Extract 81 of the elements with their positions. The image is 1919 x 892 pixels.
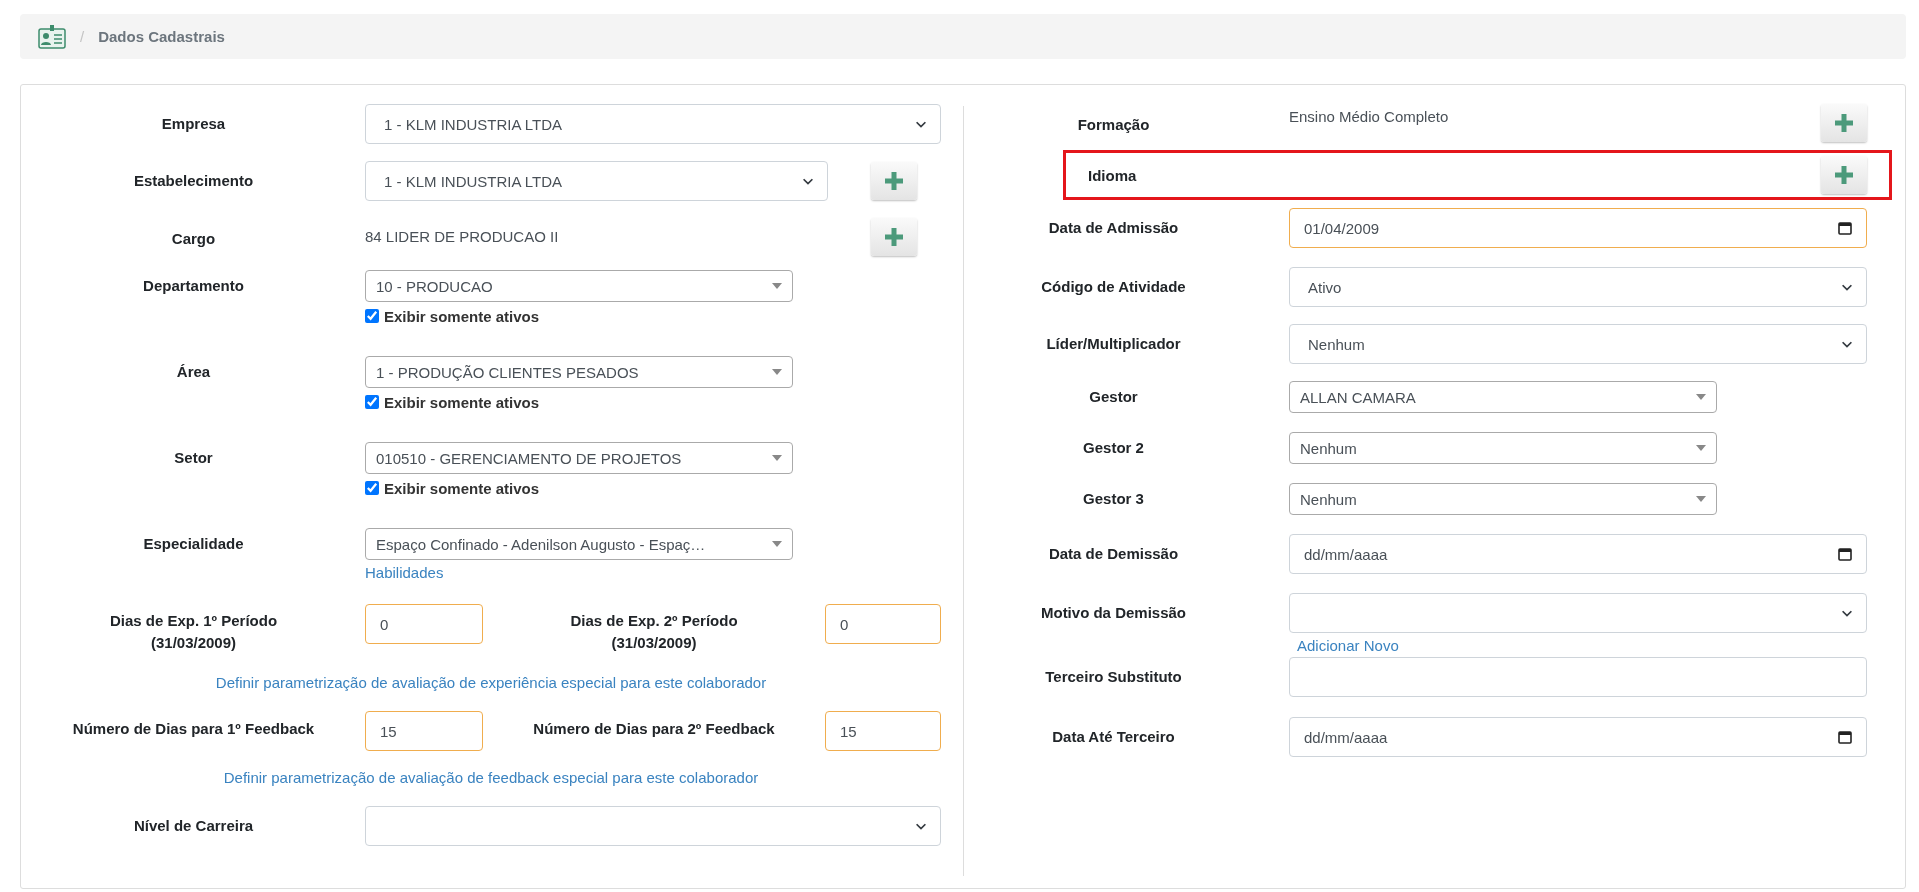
- field-label: Setor: [173, 448, 214, 468]
- plus-icon: [885, 172, 903, 190]
- field-label: Dias de Exp. 1º Período (31/03/2009): [108, 611, 279, 653]
- plus-icon: [885, 228, 903, 246]
- field-label: Empresa: [160, 114, 227, 134]
- add-button[interactable]: [1821, 104, 1867, 142]
- caret-down-icon: [772, 369, 782, 375]
- field-label: Cargo: [170, 229, 217, 249]
- caret-down-icon: [1696, 496, 1706, 502]
- active-only-checkbox[interactable]: Exibir somente ativos: [365, 478, 941, 498]
- checkbox[interactable]: [365, 395, 379, 409]
- checkbox[interactable]: [365, 309, 379, 323]
- select-field[interactable]: 1 - KLM INDUSTRIA LTDA: [365, 161, 828, 201]
- combo-field[interactable]: Nenhum: [1289, 432, 1717, 464]
- add-button[interactable]: [871, 218, 917, 256]
- field-label: Número de Dias para 2º Feedback: [532, 719, 776, 739]
- field-label: Nível de Carreira: [132, 816, 255, 836]
- active-only-checkbox[interactable]: Exibir somente ativos: [365, 392, 941, 412]
- checkbox-label: Exibir somente ativos: [384, 479, 540, 497]
- checkbox[interactable]: [365, 481, 379, 495]
- field-label: Estabelecimento: [132, 171, 255, 191]
- field-label: Data de Demissão: [1047, 544, 1180, 564]
- combo-field[interactable]: 10 - PRODUCAO: [365, 270, 793, 302]
- combo-field[interactable]: Espaço Confinado - Adenilson Augusto - Espaç…: [365, 528, 793, 560]
- field-label: Formação: [1076, 115, 1151, 135]
- caret-down-icon: [772, 541, 782, 547]
- id-card-icon: [38, 24, 66, 49]
- field-label: Especialidade: [142, 534, 245, 554]
- field-label: Gestor: [1088, 387, 1139, 407]
- date-field[interactable]: dd/mm/aaaa: [1289, 534, 1867, 574]
- field-label: Código de Atividade: [1040, 277, 1187, 297]
- date-field[interactable]: dd/mm/aaaa: [1289, 717, 1867, 757]
- combo-field[interactable]: 010510 - GERENCIAMENTO DE PROJETOS: [365, 442, 793, 474]
- checkbox-label: Exibir somente ativos: [384, 307, 540, 325]
- select-field[interactable]: Nenhum: [1289, 324, 1867, 364]
- number-input[interactable]: 0: [365, 604, 483, 644]
- add-new-link[interactable]: Adicionar Novo: [1297, 637, 1399, 654]
- combo-field[interactable]: 1 - PRODUÇÃO CLIENTES PESADOS: [365, 356, 793, 388]
- field-label: Gestor 3: [1082, 489, 1145, 509]
- calendar-icon: [1838, 547, 1852, 561]
- select-field[interactable]: [1289, 593, 1867, 633]
- plus-icon: [1835, 114, 1853, 132]
- text-input[interactable]: [1289, 657, 1867, 697]
- date-field[interactable]: 01/04/2009: [1289, 208, 1867, 248]
- add-button[interactable]: [1821, 156, 1867, 194]
- field-label: Data Até Terceiro: [1051, 727, 1176, 747]
- checkbox-label: Exibir somente ativos: [384, 393, 540, 411]
- caret-down-icon: [772, 455, 782, 461]
- field-label: Motivo da Demissão: [1039, 603, 1187, 623]
- field-label: Terceiro Substituto: [1044, 667, 1183, 687]
- select-field[interactable]: 1 - KLM INDUSTRIA LTDA: [365, 104, 941, 144]
- field-label: Data de Admissão: [1047, 218, 1180, 238]
- number-input[interactable]: 15: [825, 711, 941, 751]
- field-label: Idioma: [1088, 166, 1137, 184]
- parameter-link[interactable]: Definir parametrização de avaliação de experiência especial para este colaborador: [215, 674, 767, 691]
- parameter-link[interactable]: Definir parametrização de avaliação de feedback especial para este colaborador: [223, 769, 759, 786]
- number-input[interactable]: 0: [825, 604, 941, 644]
- number-input[interactable]: 15: [365, 711, 483, 751]
- field-value: 84 LIDER DE PRODUCAO II: [365, 227, 559, 245]
- active-only-checkbox[interactable]: Exibir somente ativos: [365, 306, 941, 326]
- calendar-icon: [1838, 730, 1852, 744]
- field-label: Dias de Exp. 2º Período (31/03/2009): [569, 611, 739, 653]
- breadcrumb-title: Dados Cadastrais: [98, 28, 225, 45]
- field-label: Líder/Multiplicador: [1045, 334, 1182, 354]
- field-label: Departamento: [142, 276, 245, 296]
- breadcrumb-separator: /: [80, 28, 85, 45]
- field-label: Área: [175, 362, 212, 382]
- calendar-icon: [1838, 221, 1852, 235]
- add-button[interactable]: [871, 162, 917, 200]
- field-label: Número de Dias para 1º Feedback: [71, 719, 316, 739]
- field-value: Ensino Médio Completo: [1289, 107, 1449, 125]
- plus-icon: [1835, 166, 1853, 184]
- select-field[interactable]: [365, 806, 941, 846]
- skills-link[interactable]: Habilidades: [365, 564, 444, 581]
- caret-down-icon: [1696, 445, 1706, 451]
- combo-field[interactable]: ALLAN CAMARA: [1289, 381, 1717, 413]
- caret-down-icon: [1696, 394, 1706, 400]
- caret-down-icon: [772, 283, 782, 289]
- field-label: Gestor 2: [1082, 438, 1145, 458]
- combo-field[interactable]: Nenhum: [1289, 483, 1717, 515]
- select-field[interactable]: Ativo: [1289, 267, 1867, 307]
